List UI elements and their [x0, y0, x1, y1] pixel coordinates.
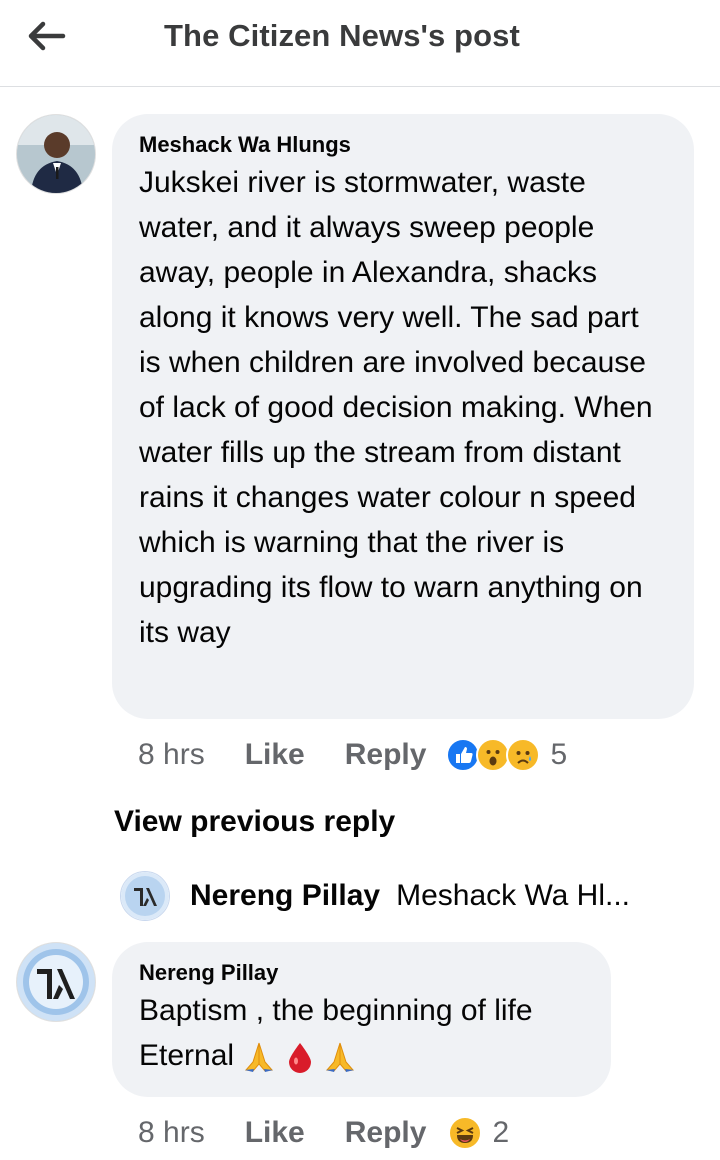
hebrew-logo-icon: [121, 872, 169, 920]
comment-text-line: Baptism , the beginning of life: [139, 994, 533, 1027]
comment-timestamp[interactable]: 8 hrs: [138, 1116, 205, 1150]
reply-button[interactable]: Reply: [345, 738, 427, 772]
haha-icon: [448, 1116, 483, 1150]
comment-actions: 8 hrs Like Reply 2: [138, 1113, 509, 1153]
comment-author[interactable]: Meshack Wa Hlungs: [139, 132, 668, 158]
comment-author[interactable]: Nereng Pillay: [139, 960, 585, 986]
blood-drop-icon: [288, 1043, 311, 1074]
comment-text-line: Eternal: [139, 1039, 235, 1072]
comment-timestamp[interactable]: 8 hrs: [138, 738, 205, 772]
top-bar: The Citizen News's post: [0, 0, 720, 87]
comment-text: Jukskei river is stormwater, waste water…: [139, 166, 653, 649]
comment-bubble: Meshack Wa Hlungs Jukskei river is storm…: [112, 114, 694, 719]
like-button[interactable]: Like: [245, 1116, 305, 1150]
reply-preview-author: Nereng Pillay: [190, 879, 381, 912]
reply-preview[interactable]: Nereng Pillay Meshack Wa Hl...: [120, 870, 630, 922]
reply-button[interactable]: Reply: [345, 1116, 427, 1150]
view-previous-reply-link[interactable]: View previous reply: [114, 805, 395, 839]
comment-actions: 8 hrs Like Reply 5: [138, 735, 567, 775]
person-avatar-icon: [17, 115, 95, 193]
back-button[interactable]: [22, 14, 72, 58]
reaction-count: 5: [550, 738, 568, 771]
sad-icon: [506, 738, 541, 772]
reaction-summary[interactable]: 5: [446, 738, 567, 772]
folded-hands-icon: [326, 1042, 355, 1073]
comment-bubble: Nereng Pillay Baptism , the beginning of…: [112, 942, 611, 1097]
reaction-count: 2: [492, 1116, 510, 1149]
like-button[interactable]: Like: [245, 738, 305, 772]
folded-hands-icon: [245, 1042, 274, 1073]
reply-preview-snippet: Meshack Wa Hl...: [396, 879, 631, 912]
avatar[interactable]: [16, 942, 96, 1022]
reaction-summary[interactable]: 2: [448, 1116, 509, 1150]
reply-preview-avatar: [120, 871, 170, 921]
back-arrow-icon: [28, 21, 66, 51]
like-icon: [446, 738, 481, 772]
avatar[interactable]: [16, 114, 96, 194]
hebrew-logo-icon: [17, 943, 95, 1021]
comment-text: Baptism , the beginning of life Eternal: [139, 988, 585, 1078]
page-title: The Citizen News's post: [164, 18, 520, 53]
wow-icon: [476, 738, 511, 772]
